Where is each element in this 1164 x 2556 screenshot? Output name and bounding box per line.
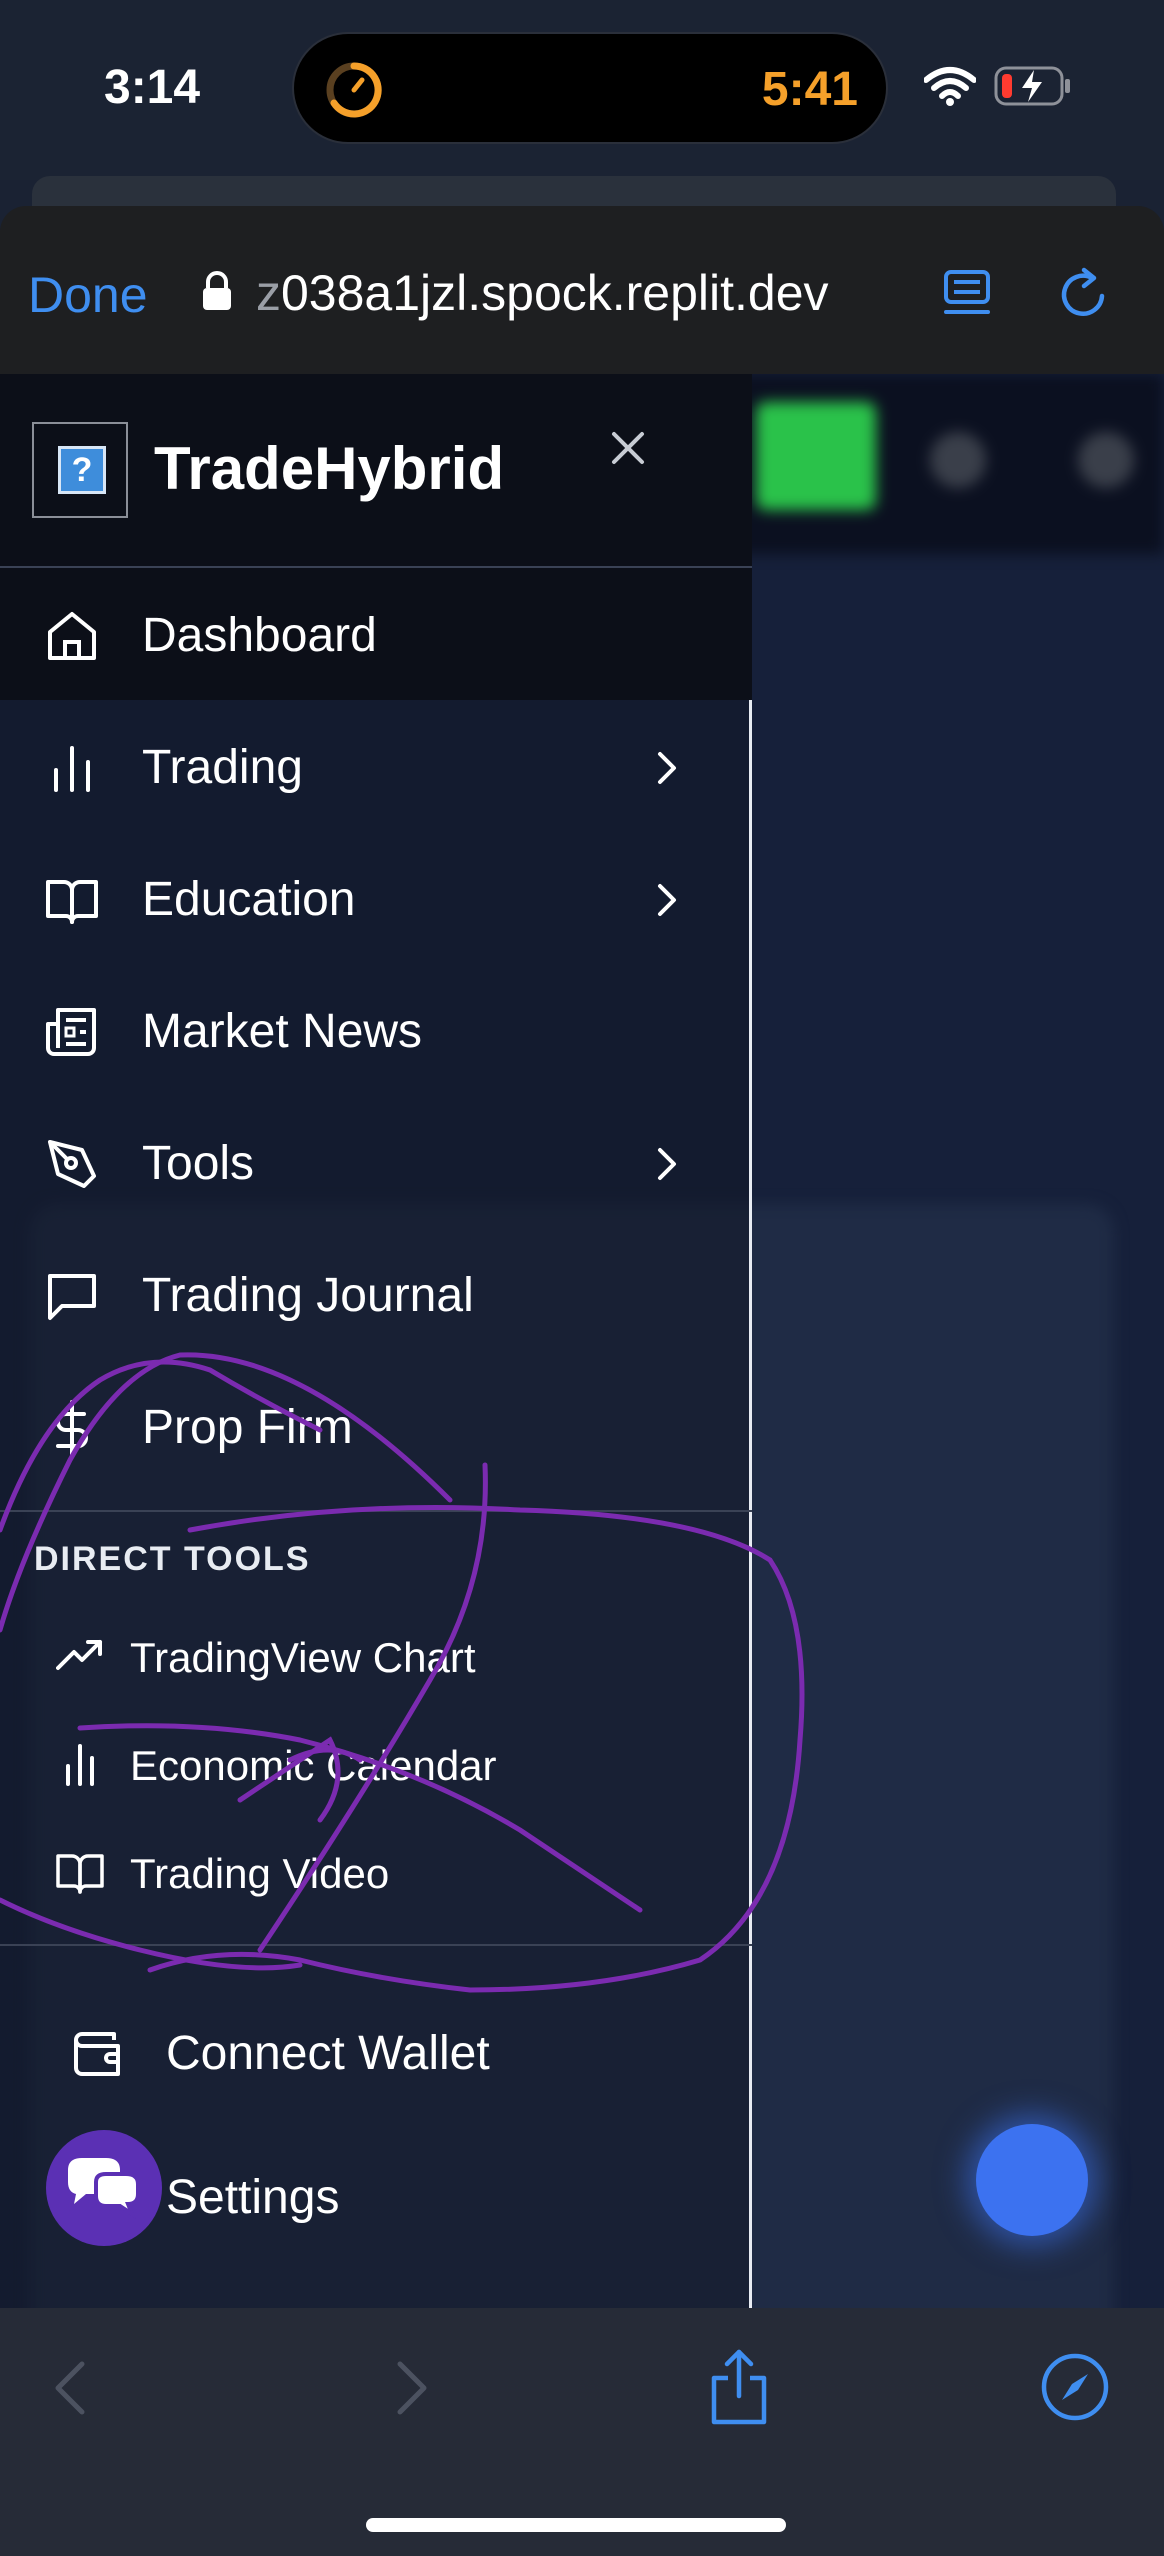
nav-label-tools: Tools [142, 1137, 255, 1190]
message-square-icon [48, 1274, 96, 1320]
nav-label-trading-journal: Trading Journal [142, 1269, 474, 1322]
chevron-right-icon [658, 752, 676, 784]
tool-label-trading-video: Trading Video [130, 1850, 390, 1897]
lock-icon [203, 271, 231, 310]
done-button[interactable]: Done [28, 266, 148, 324]
nav-item-trading[interactable]: Trading [0, 700, 700, 832]
nav-item-dashboard[interactable]: Dashboard [0, 568, 752, 700]
home-icon [48, 612, 96, 660]
nav-label-prop-firm: Prop Firm [142, 1401, 353, 1454]
timer-time: 5:41 [761, 63, 858, 116]
header-circle-icon [930, 432, 986, 488]
back-icon[interactable] [52, 2358, 88, 2418]
divider [0, 1944, 752, 1946]
timer-icon [326, 62, 382, 118]
wifi-icon [924, 67, 976, 106]
nav-label-education: Education [142, 873, 356, 926]
book-open-icon [46, 880, 98, 924]
home-indicator [366, 2518, 786, 2532]
connect-wallet-label: Connect Wallet [166, 2027, 490, 2080]
bar-chart-icon [54, 746, 90, 792]
logo: ? [32, 422, 128, 518]
safari-toolbar [0, 2308, 1164, 2556]
settings-label: Settings [166, 2171, 340, 2224]
side-drawer: ? TradeHybrid Dashboard Trading Educatio… [0, 374, 752, 2308]
nav-item-prop-firm[interactable]: Prop Firm [0, 1360, 700, 1492]
brand-name: TradeHybrid [154, 435, 505, 502]
tool-label-economic-calendar: Economic Calendar [130, 1742, 497, 1789]
pen-tool-icon [48, 1140, 96, 1188]
battery-icon [994, 66, 1070, 106]
url-field[interactable]: z038a1jzl.spock.replit.dev [256, 264, 829, 322]
chevron-right-icon [658, 884, 676, 916]
url-prefix: z [256, 265, 281, 321]
dollar-icon [56, 1400, 88, 1456]
trending-up-icon [56, 1640, 102, 1670]
status-bar: 3:14 5:41 [0, 0, 1164, 180]
forward-icon[interactable] [394, 2358, 430, 2418]
nav-item-tools[interactable]: Tools [0, 1096, 700, 1228]
chat-bubbles-icon [68, 2158, 140, 2220]
tool-item-economic-calendar[interactable]: Economic Calendar [0, 1714, 700, 1814]
chat-button[interactable] [46, 2130, 162, 2246]
chevron-right-icon [658, 1148, 676, 1180]
compass-icon[interactable] [1040, 2352, 1110, 2422]
url-domain: 038a1jzl.spock.replit.dev [281, 265, 829, 321]
book-open-icon [56, 1854, 104, 1894]
nav-item-education[interactable]: Education [0, 832, 700, 964]
dynamic-island[interactable]: 5:41 [292, 32, 888, 144]
divider [0, 1510, 752, 1512]
page-menu-icon[interactable] [942, 268, 992, 322]
connect-wallet-button[interactable]: Connect Wallet [0, 1986, 700, 2116]
nav-label-market-news: Market News [142, 1005, 423, 1058]
tool-label-tradingview-chart: TradingView Chart [130, 1634, 476, 1681]
green-action-button [756, 402, 876, 510]
user-avatar [1078, 432, 1134, 488]
drawer-header: ? TradeHybrid [0, 374, 752, 568]
safari-address-bar: Done z038a1jzl.spock.replit.dev [0, 206, 1164, 374]
wallet-icon [74, 2032, 120, 2076]
nav-label-dashboard: Dashboard [142, 609, 377, 662]
assistant-button[interactable] [976, 2124, 1088, 2236]
tool-item-trading-video[interactable]: Trading Video [0, 1822, 700, 1922]
logo-glyph: ? [58, 446, 106, 494]
tool-item-tradingview-chart[interactable]: TradingView Chart [0, 1606, 700, 1706]
section-title-direct-tools: DIRECT TOOLS [34, 1540, 311, 1578]
status-time: 3:14 [104, 61, 201, 114]
close-icon[interactable] [606, 426, 650, 470]
reload-icon[interactable] [1056, 266, 1112, 322]
nav-item-trading-journal[interactable]: Trading Journal [0, 1228, 700, 1360]
newspaper-icon [46, 1008, 96, 1056]
nav-label-trading: Trading [142, 741, 303, 794]
share-icon[interactable] [708, 2348, 770, 2428]
nav-item-market-news[interactable]: Market News [0, 964, 700, 1096]
bar-chart-icon [66, 1744, 94, 1786]
